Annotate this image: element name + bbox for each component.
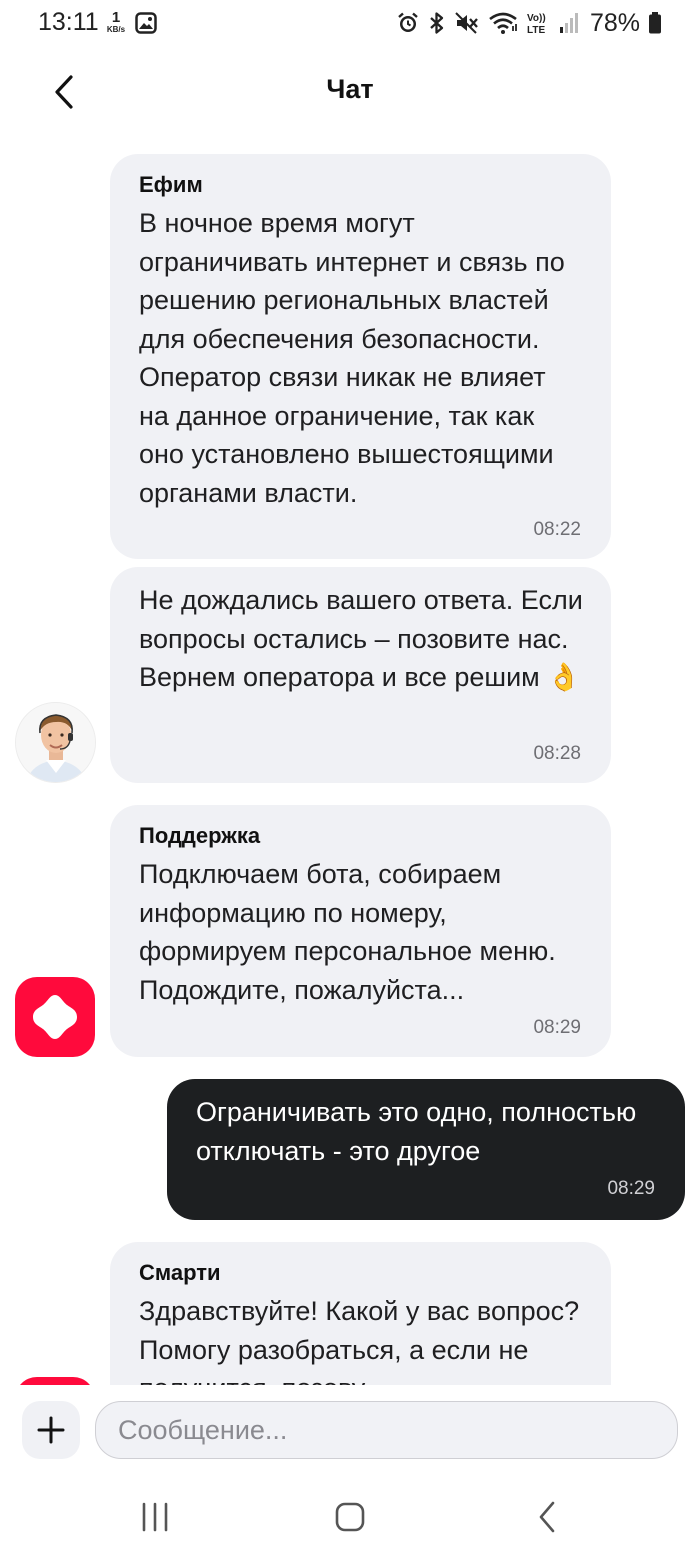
status-bar: 13:11 1 KB/s Vo)) LTE 78% — [0, 0, 700, 48]
home-button[interactable] — [325, 1495, 375, 1539]
message-bubble-incoming: Смарти Здравствуйте! Какой у вас вопрос?… — [110, 1242, 611, 1385]
page-title: Чат — [326, 74, 374, 104]
volte-icon: Vo)) LTE — [526, 11, 550, 35]
operator-avatar — [15, 702, 96, 783]
signal-icon — [558, 11, 580, 35]
message-time: 08:28 — [533, 743, 581, 764]
bot-logo-icon — [15, 1377, 95, 1385]
svg-text:Vo)): Vo)) — [527, 13, 546, 24]
message-sender: Поддержка — [139, 823, 261, 848]
message-time: 08:22 — [533, 519, 581, 540]
add-attachment-button[interactable] — [22, 1401, 80, 1459]
recent-apps-icon — [142, 1502, 168, 1532]
message-bubble-outgoing: Ограничивать это одно, полностью отключа… — [167, 1079, 685, 1220]
battery-percent: 78% — [589, 8, 640, 37]
gallery-icon — [135, 12, 157, 39]
battery-icon — [648, 11, 662, 35]
message-text: Подключаем бота, собираем информацию по … — [139, 859, 556, 1005]
data-rate-unit: KB/s — [106, 25, 126, 34]
message-bubble-incoming: Не дождались вашего ответа. Если вопросы… — [110, 567, 611, 783]
message-time: 08:29 — [533, 1017, 581, 1038]
bot-logo-icon — [15, 977, 95, 1057]
message-text: Ограничивать это одно, полностью отключа… — [196, 1097, 637, 1166]
message-sender: Смарти — [139, 1260, 221, 1285]
status-icons: Vo)) LTE 78% — [396, 8, 662, 38]
system-nav-bar — [0, 1475, 700, 1561]
back-icon — [539, 1501, 555, 1533]
alarm-icon — [396, 11, 420, 35]
nav-back-button[interactable] — [522, 1495, 572, 1539]
mute-icon — [454, 11, 480, 35]
recent-apps-button[interactable] — [130, 1495, 180, 1539]
bluetooth-icon — [428, 11, 446, 35]
home-icon — [335, 1502, 365, 1532]
message-text: В ночное время могут ограничивать интерн… — [139, 208, 565, 508]
svg-text:LTE: LTE — [527, 25, 545, 35]
chat-header: Чат — [0, 60, 700, 120]
data-rate-value: 1 — [111, 9, 121, 26]
message-text: Здравствуйте! Какой у вас вопрос? Помогу… — [139, 1296, 580, 1385]
message-bubble-incoming: Ефим В ночное время могут ограничивать и… — [110, 154, 611, 559]
status-time: 13:11 — [38, 8, 99, 36]
wifi-icon — [488, 11, 518, 35]
message-text: Не дождались вашего ответа. Если вопросы… — [139, 585, 583, 692]
data-rate-indicator: 1 KB/s — [104, 10, 128, 34]
plus-icon — [37, 1416, 65, 1444]
message-sender: Ефим — [139, 172, 203, 197]
message-composer — [0, 1385, 700, 1475]
message-input[interactable] — [95, 1401, 678, 1459]
message-bubble-incoming: Поддержка Подключаем бота, собираем инфо… — [110, 805, 611, 1057]
message-time: 08:29 — [607, 1178, 655, 1199]
chat-messages[interactable]: Ефим В ночное время могут ограничивать и… — [0, 135, 700, 1385]
